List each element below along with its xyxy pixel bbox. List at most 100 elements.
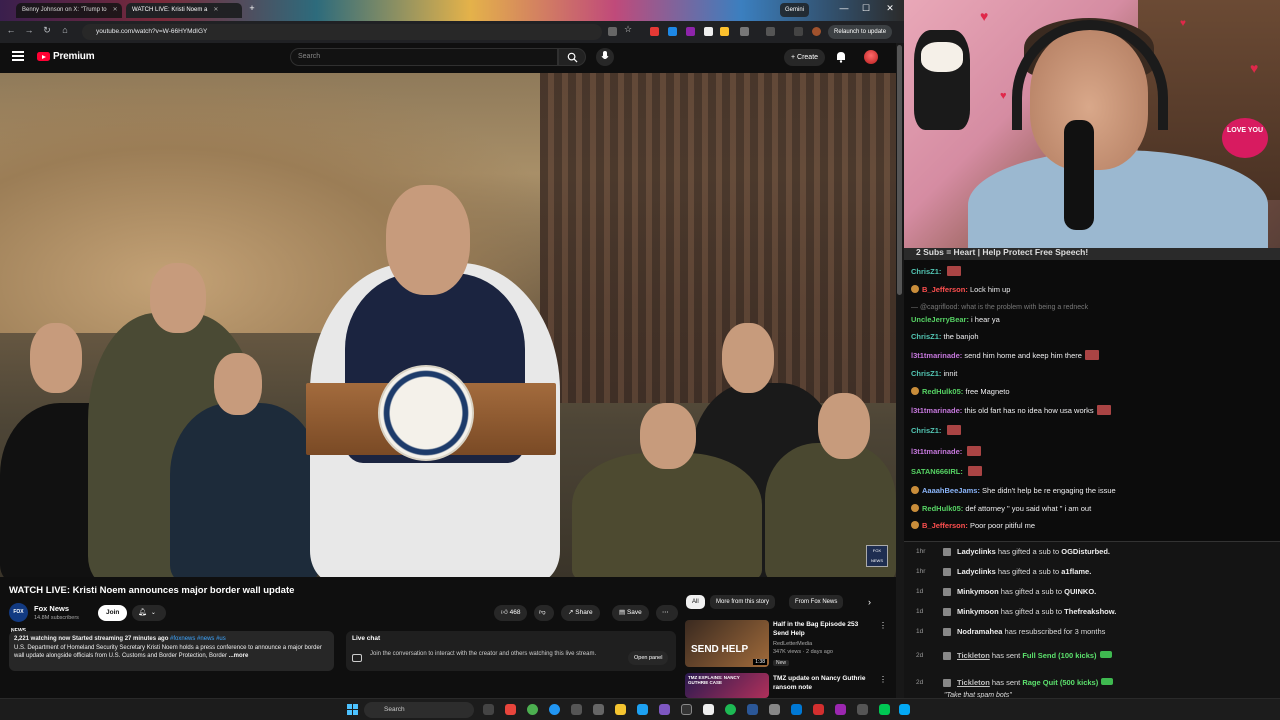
description-tags[interactable]: #foxnews #news #us	[170, 636, 226, 642]
tab-benny-johnson[interactable]: Benny Johnson on X: "Trump to ✕	[16, 3, 122, 18]
chat-username[interactable]: ChrisZ1:	[911, 267, 941, 276]
search-input[interactable]: Search	[290, 48, 558, 66]
chevron-right-icon[interactable]: ›	[868, 597, 871, 607]
chip-more-from-story[interactable]: More from this story	[710, 595, 776, 609]
page-scrollbar-thumb[interactable]	[897, 45, 902, 295]
gemini-button[interactable]: Gemini	[780, 3, 810, 17]
channel-avatar[interactable]: FOX NEWS	[9, 603, 28, 634]
app-icon[interactable]	[769, 704, 780, 715]
forward-icon[interactable]: →	[22, 25, 36, 35]
app-icon[interactable]	[637, 704, 648, 715]
voice-search-button[interactable]	[596, 48, 614, 66]
account-avatar[interactable]	[864, 50, 878, 64]
create-button[interactable]: + Create	[784, 49, 826, 66]
app-icon[interactable]	[879, 704, 890, 715]
event-username[interactable]: Tickleton	[957, 678, 990, 687]
app-icon[interactable]	[899, 704, 910, 715]
chat-username[interactable]: B_Jefferson:	[922, 285, 968, 294]
sidebar-icon[interactable]	[766, 27, 775, 36]
event-target[interactable]: QUINKO.	[1064, 587, 1096, 596]
channel-name[interactable]: Fox News	[34, 604, 69, 613]
app-icon[interactable]	[703, 704, 714, 715]
extension-icon[interactable]	[650, 27, 659, 36]
dislike-button[interactable]: 👎︎	[534, 605, 554, 621]
app-icon[interactable]	[593, 704, 604, 715]
close-icon[interactable]: ✕	[113, 7, 118, 13]
chat-username[interactable]: B_Jefferson:	[922, 521, 968, 530]
app-icon[interactable]	[835, 704, 846, 715]
chrome-icon[interactable]	[527, 704, 538, 715]
event-target[interactable]: a1flame.	[1061, 567, 1091, 576]
related-thumbnail[interactable]: TMZ EXPLAINS: NANCY GUTHRIE CASE	[685, 673, 769, 698]
tab-watch-live[interactable]: WATCH LIVE: Kristi Noem a ✕	[126, 3, 242, 18]
chat-username[interactable]: RedHulk05:	[922, 387, 963, 396]
bookmark-star-icon[interactable]: ☆	[624, 24, 633, 34]
extension-icon[interactable]	[668, 27, 677, 36]
task-view-icon[interactable]	[483, 704, 494, 715]
more-actions-icon[interactable]: ⋯	[656, 605, 678, 621]
new-tab-icon[interactable]: +	[244, 3, 260, 13]
hamburger-menu-icon[interactable]	[12, 51, 24, 61]
chat-username[interactable]: l3t1tmarinade:	[911, 406, 962, 415]
event-username[interactable]: Ladyclinks	[957, 547, 996, 556]
save-button[interactable]: ▤ Save	[612, 605, 649, 621]
more-vert-icon[interactable]: ⋮	[879, 621, 887, 630]
chat-username[interactable]: AaaahBeeJams:	[922, 486, 980, 495]
like-button[interactable]: 👍︎ 468	[494, 605, 528, 621]
premium-label[interactable]: Premium	[53, 51, 95, 62]
youtube-logo-icon[interactable]	[37, 52, 50, 61]
join-button[interactable]: Join	[98, 605, 128, 621]
reload-icon[interactable]: ↻	[40, 25, 54, 36]
more-link[interactable]: ...more	[229, 653, 249, 659]
app-icon[interactable]	[659, 704, 670, 715]
chat-username[interactable]: SATAN666IRL:	[911, 467, 963, 476]
related-video-title[interactable]: Half in the Bag Episode 253 Send Help	[773, 621, 873, 638]
chat-username[interactable]: ChrisZ1:	[911, 332, 941, 341]
more-vert-icon[interactable]: ⋮	[879, 675, 887, 684]
back-icon[interactable]: ←	[4, 25, 18, 35]
related-video-title[interactable]: TMZ update on Nancy Guthrie ransom note	[773, 675, 873, 692]
chip-from-fox-news[interactable]: From Fox News	[789, 595, 844, 609]
chip-all[interactable]: All	[686, 595, 705, 609]
app-icon[interactable]	[681, 704, 692, 715]
video-player[interactable]: FOX NEWS	[0, 73, 896, 577]
related-thumbnail[interactable]: SEND HELP 1:38	[685, 620, 769, 667]
install-icon[interactable]	[608, 27, 617, 36]
chat-username[interactable]: UncleJerryBear:	[911, 315, 969, 324]
chat-username[interactable]: ChrisZ1:	[911, 426, 941, 435]
maximize-icon[interactable]: ☐	[858, 3, 874, 14]
app-icon[interactable]	[571, 704, 582, 715]
taskbar-search-input[interactable]: Search	[364, 702, 474, 718]
event-username[interactable]: Minkymoon	[957, 607, 999, 616]
extension-icon[interactable]	[720, 27, 729, 36]
extension-icon[interactable]	[704, 27, 713, 36]
share-button[interactable]: ↗ Share	[561, 605, 600, 621]
url-field[interactable]: youtube.com/watch?v=W-66HYMdIGY	[82, 24, 602, 40]
event-username[interactable]: Ladyclinks	[957, 567, 996, 576]
home-icon[interactable]: ⌂	[58, 25, 72, 35]
event-username[interactable]: Tickleton	[957, 651, 990, 660]
app-icon[interactable]	[505, 704, 516, 715]
app-icon[interactable]	[747, 704, 758, 715]
subscribed-bell-button[interactable]: 🔔︎ ⌄	[132, 605, 166, 621]
chat-username[interactable]: ChrisZ1:	[911, 369, 941, 378]
download-icon[interactable]	[794, 27, 803, 36]
profile-icon[interactable]	[812, 27, 821, 36]
open-panel-button[interactable]: Open panel	[628, 651, 669, 665]
event-target[interactable]: Thefreakshow.	[1064, 607, 1116, 616]
search-button[interactable]	[558, 48, 586, 66]
extension-icon[interactable]	[686, 27, 695, 36]
related-video-channel[interactable]: RedLetterMedia	[773, 641, 812, 649]
app-icon[interactable]	[813, 704, 824, 715]
chat-username[interactable]: RedHulk05:	[922, 504, 963, 513]
event-username[interactable]: Minkymoon	[957, 587, 999, 596]
relaunch-button[interactable]: Relaunch to update	[828, 25, 893, 39]
notifications-bell-icon[interactable]	[835, 50, 849, 64]
description-box[interactable]: 2,221 watching now Started streaming 27 …	[9, 631, 334, 671]
windows-start-icon[interactable]	[347, 704, 358, 715]
extensions-puzzle-icon[interactable]	[740, 27, 749, 36]
app-icon[interactable]	[857, 704, 868, 715]
spotify-icon[interactable]	[725, 704, 736, 715]
chat-username[interactable]: l3t1tmarinade:	[911, 351, 962, 360]
app-icon[interactable]	[791, 704, 802, 715]
